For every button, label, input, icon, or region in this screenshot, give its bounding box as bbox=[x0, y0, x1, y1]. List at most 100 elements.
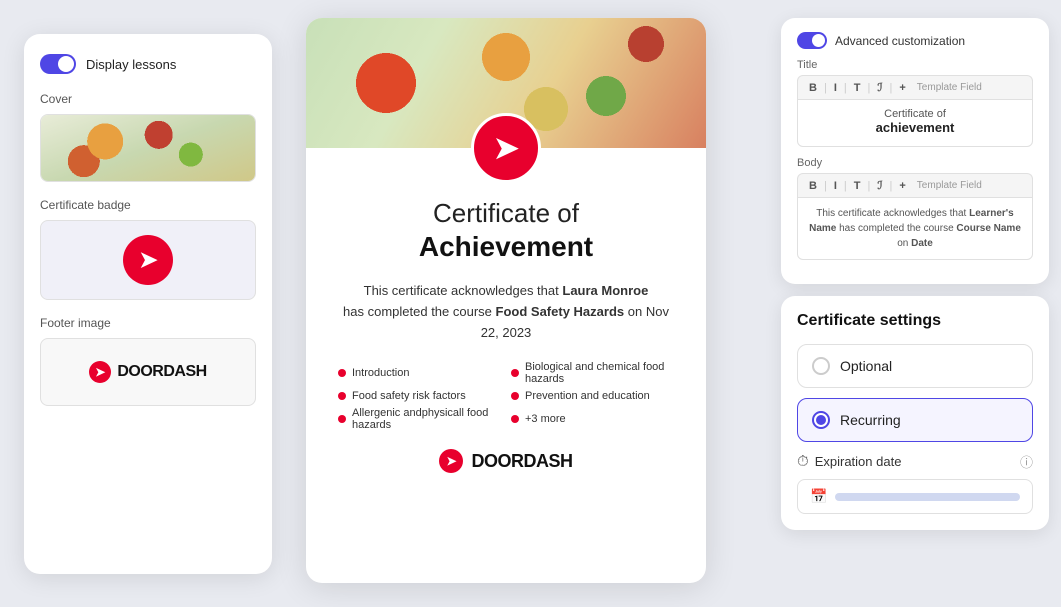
settings-title: Certificate settings bbox=[797, 312, 1033, 330]
cover-label: Cover bbox=[40, 92, 256, 106]
body-toolbar-italic[interactable]: I bbox=[831, 179, 840, 193]
center-panel: ➤ Certificate of Achievement This certif… bbox=[306, 18, 706, 583]
body-toolbar-sep3: | bbox=[867, 180, 870, 192]
doordash-footer-text: DOORDASH bbox=[471, 451, 572, 472]
body-toolbar-bold[interactable]: B bbox=[806, 179, 820, 193]
badge-icon: ➤ bbox=[139, 247, 156, 273]
adv-title: Advanced customization bbox=[835, 34, 965, 48]
adv-toggle[interactable] bbox=[797, 32, 827, 49]
bullet-dot bbox=[338, 392, 346, 400]
bullet-item: Introduction bbox=[338, 361, 501, 385]
bullet-text: +3 more bbox=[525, 413, 566, 425]
bullet-item: Food safety risk factors bbox=[338, 390, 501, 402]
toolbar-italic[interactable]: I bbox=[831, 81, 840, 95]
calendar-icon: 📅 bbox=[810, 488, 827, 505]
clock-icon: ⏱ bbox=[797, 453, 809, 470]
right-panel-wrap: Advanced customization Title B | I | T |… bbox=[781, 18, 1049, 530]
cert-title-bold: Achievement bbox=[338, 231, 674, 263]
doordash-footer-icon: ➤ bbox=[439, 449, 463, 473]
cert-bullets: Introduction Biological and chemical foo… bbox=[338, 361, 674, 431]
bullet-item: Prevention and education bbox=[511, 390, 674, 402]
cert-desc-text: This certificate acknowledges that bbox=[364, 283, 559, 298]
body-toolbar-sep1: | bbox=[824, 180, 827, 192]
bullet-text: Biological and chemical food hazards bbox=[525, 361, 674, 385]
body-toolbar-sep4: | bbox=[890, 180, 893, 192]
body-toolbar: B | I | T | ℐ | + Template Field bbox=[797, 173, 1033, 197]
bullet-text: Allergenic andphysicall food hazards bbox=[352, 407, 501, 431]
doordash-icon-small: ➤ bbox=[89, 361, 111, 383]
bullet-item: +3 more bbox=[511, 407, 674, 431]
bullet-dot bbox=[511, 369, 519, 377]
cover-food-art bbox=[41, 115, 255, 181]
date-placeholder: Date bbox=[911, 238, 933, 249]
toolbar-sep4: | bbox=[890, 82, 893, 94]
cert-preview-line2: achievement bbox=[806, 120, 1024, 135]
cert-footer-logo: ➤ DOORDASH bbox=[338, 449, 674, 473]
body-toolbar-template-field: Template Field bbox=[917, 180, 982, 191]
cert-description: This certificate acknowledges that Laura… bbox=[338, 281, 674, 343]
bullet-text: Food safety risk factors bbox=[352, 390, 466, 402]
footer-label: Footer image bbox=[40, 316, 256, 330]
bullet-dot bbox=[511, 392, 519, 400]
cert-body: Certificate of Achievement This certific… bbox=[306, 148, 706, 583]
footer-box: ➤ DOORDASH bbox=[40, 338, 256, 406]
toolbar-plus[interactable]: + bbox=[896, 81, 908, 95]
cert-badge-icon: ➤ bbox=[494, 131, 518, 166]
adv-header: Advanced customization bbox=[797, 32, 1033, 49]
title-preview: Certificate of achievement bbox=[806, 108, 1024, 135]
body-toolbar-sep2: | bbox=[844, 180, 847, 192]
body-toolbar-plus[interactable]: + bbox=[896, 179, 908, 193]
body-field-label: Body bbox=[797, 157, 1033, 169]
date-bar bbox=[835, 493, 1020, 501]
title-toolbar: B | I | T | ℐ | + Template Field bbox=[797, 75, 1033, 99]
toolbar-sep2: | bbox=[844, 82, 847, 94]
bullet-text: Prevention and education bbox=[525, 390, 650, 402]
bullet-item: Allergenic andphysicall food hazards bbox=[338, 407, 501, 431]
cert-preview-line1: Certificate of bbox=[806, 108, 1024, 120]
recurring-radio-option[interactable]: Recurring bbox=[797, 398, 1033, 442]
toolbar-template-field: Template Field bbox=[917, 82, 982, 93]
optional-radio-label: Optional bbox=[840, 358, 892, 374]
title-editor-content[interactable]: Certificate of achievement bbox=[797, 99, 1033, 147]
certificate-settings-panel: Certificate settings Optional Recurring … bbox=[781, 296, 1049, 530]
course-name-placeholder: Course Name bbox=[956, 223, 1020, 234]
toolbar-it[interactable]: ℐ bbox=[874, 80, 885, 95]
optional-radio-option[interactable]: Optional bbox=[797, 344, 1033, 388]
cover-image bbox=[40, 114, 256, 182]
optional-radio-circle bbox=[812, 357, 830, 375]
display-lessons-row: Display lessons bbox=[40, 54, 256, 74]
footer-section: Footer image ➤ DOORDASH bbox=[40, 316, 256, 406]
cert-badge-overlay: ➤ bbox=[471, 113, 541, 183]
badge-circle: ➤ bbox=[123, 235, 173, 285]
recurring-radio-label: Recurring bbox=[840, 412, 901, 428]
scene: Display lessons Cover Certificate badge … bbox=[0, 0, 1061, 607]
date-input[interactable]: 📅 bbox=[797, 479, 1033, 514]
badge-section: Certificate badge ➤ bbox=[40, 198, 256, 300]
body-toolbar-it[interactable]: ℐ bbox=[874, 178, 885, 193]
cert-course: Food Safety Hazards bbox=[496, 304, 625, 319]
cert-completed: has completed the course bbox=[343, 304, 492, 319]
body-editor-content[interactable]: This certificate acknowledges that Learn… bbox=[797, 197, 1033, 260]
expiry-row: ⏱ Expiration date ⓘ bbox=[797, 452, 1033, 471]
doordash-footer-d-icon: ➤ bbox=[446, 454, 456, 468]
cert-header-image: ➤ bbox=[306, 18, 706, 148]
bullet-dot bbox=[338, 415, 346, 423]
badge-box: ➤ bbox=[40, 220, 256, 300]
toolbar-sep1: | bbox=[824, 82, 827, 94]
bullet-text: Introduction bbox=[352, 367, 409, 379]
display-lessons-toggle[interactable] bbox=[40, 54, 76, 74]
advanced-customization-panel: Advanced customization Title B | I | T |… bbox=[781, 18, 1049, 284]
body-toolbar-t[interactable]: T bbox=[851, 179, 864, 193]
display-lessons-label: Display lessons bbox=[86, 57, 176, 72]
doordash-text-small: DOORDASH bbox=[117, 363, 206, 381]
bullet-dot bbox=[511, 415, 519, 423]
bullet-item: Biological and chemical food hazards bbox=[511, 361, 674, 385]
toolbar-t[interactable]: T bbox=[851, 81, 864, 95]
doordash-d-small: ➤ bbox=[95, 365, 105, 379]
badge-label: Certificate badge bbox=[40, 198, 256, 212]
toolbar-bold[interactable]: B bbox=[806, 81, 820, 95]
cert-name: Laura Monroe bbox=[562, 283, 648, 298]
cert-title-light: Certificate of bbox=[338, 198, 674, 229]
left-panel: Display lessons Cover Certificate badge … bbox=[24, 34, 272, 574]
doordash-logo-small: ➤ DOORDASH bbox=[89, 361, 206, 383]
